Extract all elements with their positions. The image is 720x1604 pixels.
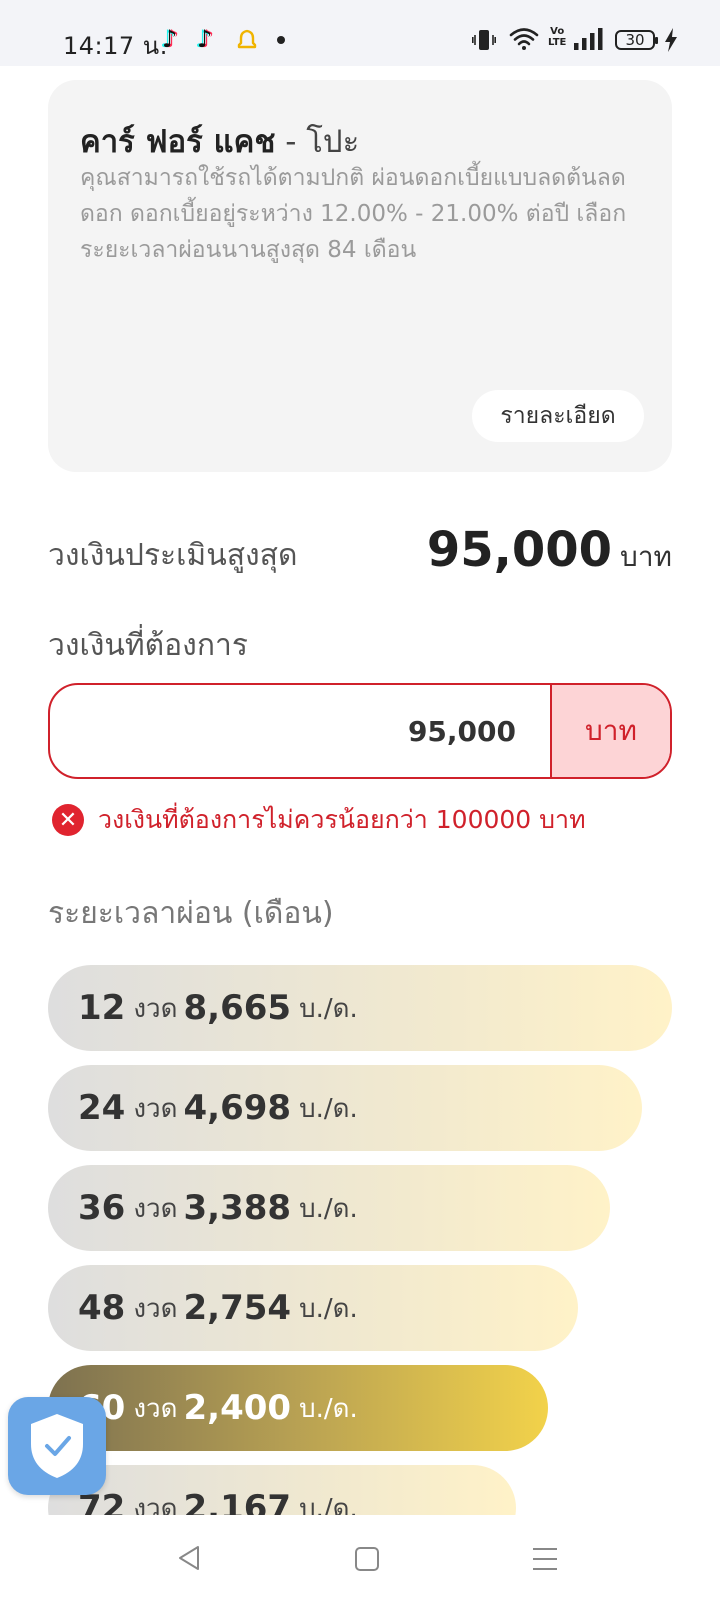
term-months: 24 <box>78 1088 126 1128</box>
term-period-word: งวด <box>133 1093 178 1124</box>
product-name: คาร์ ฟอร์ แคช <box>80 124 276 160</box>
term-payment-unit: บ./ด. <box>299 1393 358 1424</box>
error-text: วงเงินที่ต้องการไม่ควรน้อยกว่า 100000 บา… <box>98 805 586 834</box>
desired-amount-unit: บาท <box>550 685 670 777</box>
shield-check-icon <box>31 1414 83 1478</box>
term-payment: 8,665 <box>183 988 292 1028</box>
term-option-12[interactable]: 12 งวด 8,665 บ./ด. <box>48 965 672 1051</box>
back-icon[interactable] <box>176 1544 202 1572</box>
max-amount-label: วงเงินประเมินสูงสุด <box>48 538 298 573</box>
term-payment: 2,167 <box>183 1488 292 1515</box>
navigation-bar <box>0 1516 720 1604</box>
term-months: 36 <box>78 1188 126 1228</box>
term-period-word: งวด <box>133 1293 178 1324</box>
notification-bell-icon <box>237 29 257 49</box>
desired-amount-field: บาท <box>48 683 672 779</box>
security-shield-button[interactable] <box>8 1397 106 1495</box>
term-period-word: งวด <box>133 1193 178 1224</box>
term-option-36[interactable]: 36 งวด 3,388 บ./ด. <box>48 1165 610 1251</box>
status-time: 14:17 น. <box>63 32 168 60</box>
term-period-word: งวด <box>133 1393 178 1424</box>
term-period-word: งวด <box>133 1493 178 1516</box>
product-title: คาร์ ฟอร์ แคช - โปะ <box>80 116 359 166</box>
term-months: 12 <box>78 988 126 1028</box>
term-label: ระยะเวลาผ่อน (เดือน) <box>48 896 334 931</box>
desired-amount-label: วงเงินที่ต้องการ <box>48 628 248 663</box>
signal-icon <box>574 28 603 50</box>
term-payment-unit: บ./ด. <box>299 1193 358 1224</box>
term-payment-unit: บ./ด. <box>299 1093 358 1124</box>
max-amount: 95,000 <box>426 522 613 578</box>
term-option-48[interactable]: 48 งวด 2,754 บ./ด. <box>48 1265 578 1351</box>
product-description: คุณสามารถใช้รถได้ตามปกติ ผ่อนดอกเบี้ยแบบ… <box>80 165 627 263</box>
tiktok-icon: ♪ <box>197 25 213 53</box>
term-option-60[interactable]: 60 งวด 2,400 บ./ด. <box>48 1365 548 1451</box>
max-amount-unit: บาท <box>620 540 672 573</box>
term-option-24[interactable]: 24 งวด 4,698 บ./ด. <box>48 1065 642 1151</box>
status-bar: 14:17 น. ♪ ♪ Vo LTE 30 <box>0 0 720 66</box>
term-payment: 4,698 <box>183 1088 292 1128</box>
details-button[interactable]: รายละเอียด <box>472 390 644 442</box>
term-payment-unit: บ./ด. <box>299 1293 358 1324</box>
tiktok-icon: ♪ <box>162 25 178 53</box>
desired-amount-input[interactable] <box>50 685 550 777</box>
term-payment: 3,388 <box>183 1188 292 1228</box>
max-amount-value: 95,000 บาท <box>427 522 672 579</box>
error-icon: ✕ <box>52 804 84 836</box>
menu-icon[interactable] <box>531 1546 559 1572</box>
term-payment-unit: บ./ด. <box>299 1493 358 1516</box>
wifi-icon <box>509 28 539 50</box>
vibrate-icon <box>472 30 496 50</box>
term-option-72[interactable]: 72 งวด 2,167 บ./ด. <box>48 1465 516 1515</box>
charging-bolt-icon <box>665 28 677 52</box>
term-payment: 2,754 <box>183 1288 292 1328</box>
term-payment-unit: บ./ด. <box>299 993 358 1024</box>
term-months: 48 <box>78 1288 126 1328</box>
term-payment: 2,400 <box>183 1388 292 1428</box>
battery-icon: 30 <box>615 30 658 50</box>
volte-icon: Vo LTE <box>548 26 567 48</box>
dot-icon <box>277 36 285 44</box>
home-icon[interactable] <box>354 1546 380 1572</box>
product-title-suffix: - โปะ <box>275 124 360 160</box>
product-card: คาร์ ฟอร์ แคช - โปะ คุณสามารถใช้รถได้ตาม… <box>48 80 672 472</box>
term-period-word: งวด <box>133 993 178 1024</box>
error-message: ✕ วงเงินที่ต้องการไม่ควรน้อยกว่า 100000 … <box>52 800 586 840</box>
term-options-list: 12 งวด 8,665 บ./ด. 24 งวด 4,698 บ./ด. 36… <box>48 965 672 1515</box>
